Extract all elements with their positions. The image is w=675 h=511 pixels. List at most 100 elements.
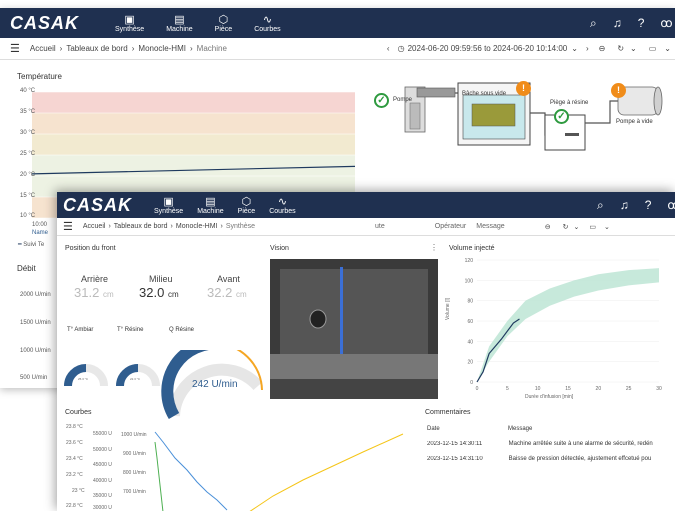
crumb-hmi[interactable]: Monocle-HMI — [138, 44, 186, 53]
tv-icon[interactable]: ▭ — [589, 223, 596, 231]
nav-piece[interactable]: ⬡ Pièce — [215, 14, 233, 33]
debit-title: Débit — [17, 264, 36, 273]
panel-menu-icon[interactable]: ⋮ — [430, 243, 438, 252]
machine-icon: ▤ — [174, 13, 185, 26]
resin-trap-label: Piège à résine — [550, 100, 589, 106]
chevron-down-icon[interactable]: ⌄ — [604, 223, 610, 231]
dashboard-icon: ▣ — [163, 195, 174, 208]
temp-tick: 23.4 °C — [66, 456, 83, 462]
chevron-down-icon[interactable]: ⌄ — [571, 44, 578, 53]
comment-date: 2023-12-15 14:30:11 — [427, 441, 483, 447]
vision-title: Vision — [270, 245, 289, 252]
debit-tick: 1500 U/min — [20, 320, 51, 326]
nav-courbes[interactable]: ∿ Courbes — [269, 196, 295, 215]
x-tick-label: 15 — [565, 386, 571, 392]
y-tick-label: 100 — [465, 278, 474, 284]
vacuum-pump-warning-icon: ! — [611, 83, 626, 98]
help-icon[interactable]: ? — [638, 16, 645, 31]
crumb-dashboards[interactable]: Tableaux de bord — [114, 223, 168, 230]
volume-title: Volume injecté — [449, 245, 495, 252]
nav-machine[interactable]: ▤ Machine — [166, 14, 192, 33]
help-icon[interactable]: ? — [645, 198, 652, 213]
search-icon[interactable]: ⌕ — [597, 198, 604, 213]
comment-row[interactable]: 2023-12-15 14:31:10 Baisse de pression d… — [427, 456, 651, 462]
filter-hidden[interactable]: ute — [375, 223, 385, 230]
tv-icon[interactable]: ▭ — [649, 44, 657, 53]
next-range-icon[interactable]: › — [586, 44, 589, 53]
x-tick: 10:00 — [32, 222, 48, 228]
position-back-value: 31.2 cm — [74, 285, 114, 300]
courbes-chart-svg — [154, 431, 404, 511]
temperature-title: Température — [17, 72, 62, 81]
rpm-tick: 900 U/min — [123, 451, 146, 457]
breadcrumb: ☰ Accueil › Tableaux de bord › Monocle-H… — [0, 38, 675, 60]
user-icon[interactable]: ꝏ — [660, 16, 672, 31]
app-logo: CASAK — [63, 194, 133, 215]
ambient-temp-label: T° Ambiar — [67, 327, 94, 333]
chevron-down-icon[interactable]: ⌄ — [630, 44, 637, 53]
crumb-home[interactable]: Accueil — [83, 223, 106, 230]
x-tick-label: 20 — [596, 386, 602, 392]
position-back-label: Arrière — [81, 274, 109, 284]
temp-tick: 15 °C — [20, 193, 36, 199]
nav-piece[interactable]: ⬡ Pièce — [238, 196, 256, 215]
chevron-down-icon[interactable]: ⌄ — [664, 44, 671, 53]
rpm-tick: 1000 U/min — [121, 432, 147, 438]
position-front-value: 32.2 cm — [207, 285, 247, 300]
comment-message: Machine arrêtée suite à une alarme de sé… — [508, 441, 653, 447]
vision-camera-feed — [270, 259, 438, 399]
menu-icon[interactable]: ☰ — [63, 220, 73, 233]
time-range-picker[interactable]: 2024-06-20 09:59:56 to 2024-06-20 10:14:… — [408, 44, 568, 53]
temp-tick: 35 °C — [20, 109, 36, 115]
y-tick-label: 120 — [465, 258, 474, 264]
debit-tick: 2000 U/min — [20, 292, 51, 298]
u-tick: 45000 U — [93, 462, 112, 468]
comment-row[interactable]: 2023-12-15 14:30:11 Machine arrêtée suit… — [427, 441, 653, 447]
comments-col-message: Message — [508, 426, 533, 432]
x-tick-label: 0 — [476, 386, 479, 392]
temp-tick: 23.6 °C — [66, 440, 83, 446]
temp-tick: 20 °C — [20, 172, 36, 178]
legend-name: Name — [32, 230, 49, 236]
temp-tick: 23.2 °C — [66, 472, 83, 478]
bell-icon[interactable]: ♫ — [613, 16, 622, 31]
position-front-label: Avant — [217, 274, 240, 284]
zoom-out-icon[interactable]: ⊖ — [599, 44, 606, 53]
search-icon[interactable]: ⌕ — [590, 16, 597, 31]
menu-icon[interactable]: ☰ — [10, 42, 20, 55]
bell-icon[interactable]: ♫ — [620, 198, 629, 213]
front-position-title: Position du front — [65, 245, 116, 252]
prev-range-icon[interactable]: ‹ — [387, 44, 390, 53]
y-tick-label: 40 — [467, 339, 473, 345]
x-tick-label: 5 — [506, 386, 509, 392]
crumb-hmi[interactable]: Monocle-HMI — [176, 223, 218, 230]
process-diagram: ✓ ! ✓ ! Pompe Bâche sous vide Piège à ré… — [370, 73, 670, 173]
nav-synthese[interactable]: ▣ Synthèse — [154, 196, 183, 215]
refresh-icon[interactable]: ↻ — [617, 44, 624, 53]
chevron-down-icon[interactable]: ⌄ — [573, 223, 579, 231]
nav-machine[interactable]: ▤ Machine — [197, 196, 223, 215]
crumb-dashboards[interactable]: Tableaux de bord — [66, 44, 127, 53]
legend-series[interactable]: ━ Suivi Te — [18, 241, 44, 248]
resin-trap-ok-icon: ✓ — [554, 109, 569, 124]
resin-flow-value: 242 U/min — [192, 379, 238, 390]
top-nav-bar: CASAK ▣ Synthèse ▤ Machine ⬡ Pièce ∿ Courbes… — [57, 192, 675, 218]
courbes-title: Courbes — [65, 409, 92, 416]
crumb-home[interactable]: Accueil — [30, 44, 56, 53]
filter-message[interactable]: Message — [476, 223, 504, 230]
filter-operateur[interactable]: Opérateur — [435, 223, 467, 230]
series-line-blue — [154, 431, 228, 511]
gauges-svg — [64, 350, 263, 420]
threshold-band — [32, 92, 355, 113]
u-tick: 30000 U — [93, 505, 112, 511]
synthese-dashboard-window: CASAK ▣ Synthèse ▤ Machine ⬡ Pièce ∿ Courbes… — [57, 192, 675, 511]
threshold-band — [32, 134, 355, 155]
rpm-tick: 700 U/min — [123, 489, 146, 495]
nav-courbes[interactable]: ∿ Courbes — [254, 14, 280, 33]
vacuum-bag-warning-icon: ! — [516, 81, 531, 96]
user-icon[interactable]: ꝏ — [667, 198, 675, 213]
curve-icon: ∿ — [277, 195, 288, 208]
zoom-out-icon[interactable]: ⊖ — [545, 223, 551, 231]
refresh-icon[interactable]: ↻ — [563, 223, 569, 231]
nav-synthese[interactable]: ▣ Synthèse — [115, 14, 144, 33]
